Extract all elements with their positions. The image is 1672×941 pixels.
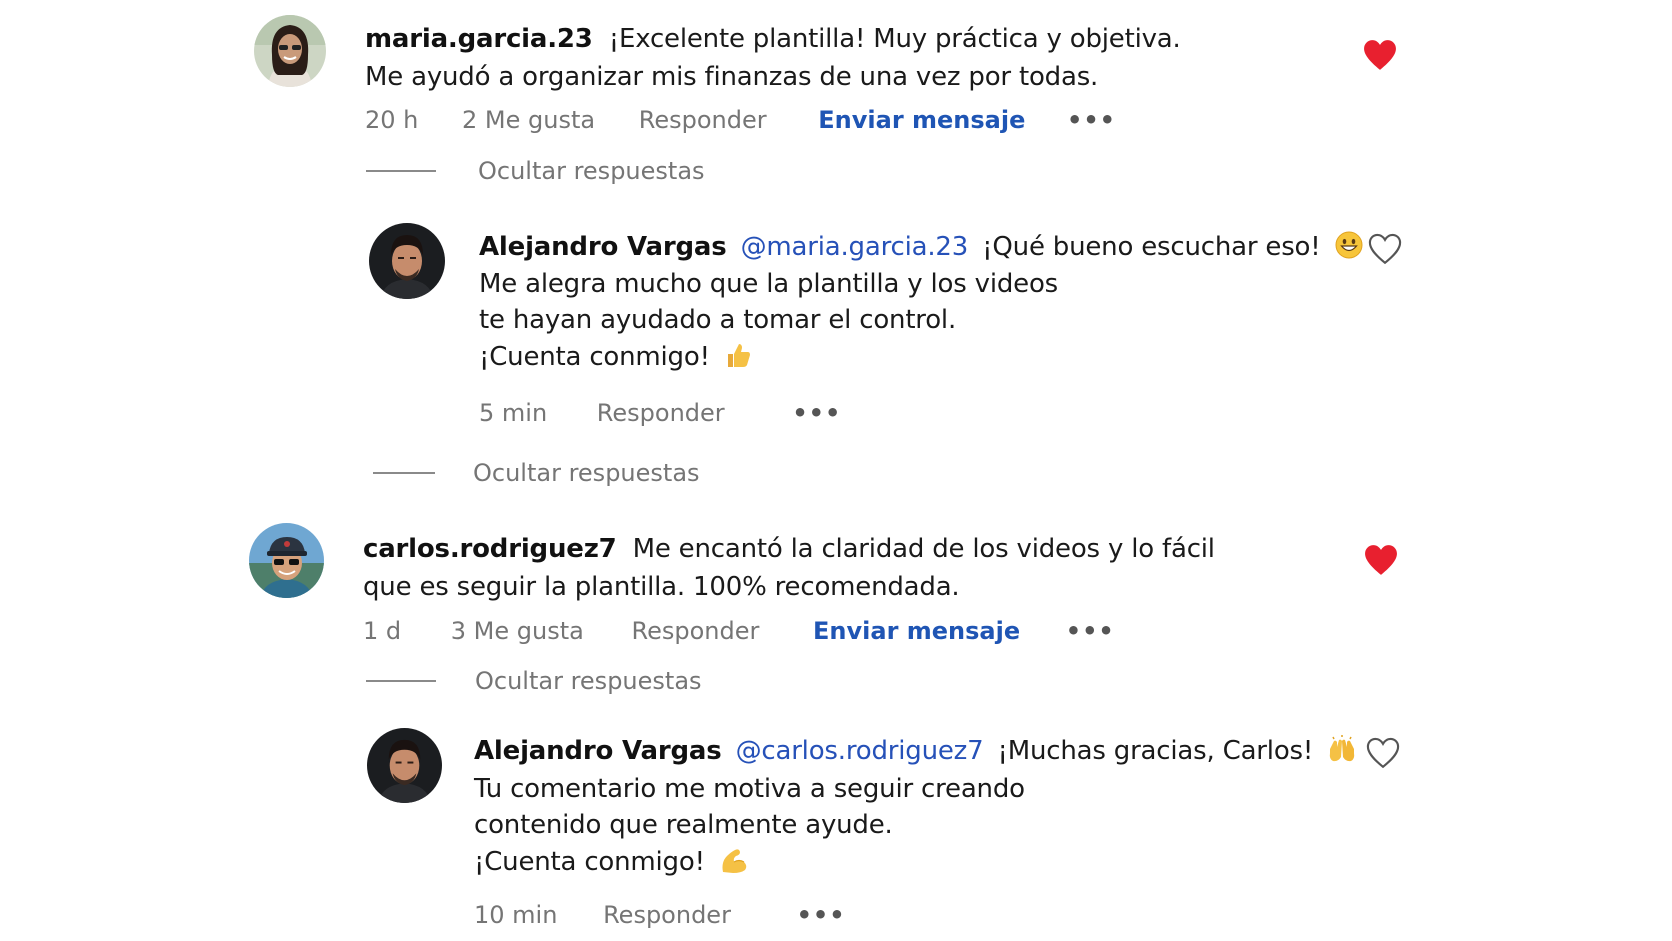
divider	[366, 170, 436, 172]
send-message-button[interactable]: Enviar mensaje	[813, 617, 1020, 645]
avatar[interactable]	[369, 223, 445, 299]
raising-hands-icon	[1329, 735, 1355, 762]
divider	[373, 472, 435, 474]
likes-count[interactable]: 3 Me gusta	[451, 617, 584, 645]
hide-replies-button[interactable]: Ocultar respuestas	[473, 459, 700, 487]
heart-filled-icon[interactable]	[1363, 39, 1397, 71]
more-options-icon[interactable]: •••	[1067, 106, 1116, 134]
comment-text: Me encantó la claridad de los videos y l…	[632, 534, 1215, 564]
reply-text: te hayan ayudado a tomar el control.	[479, 305, 957, 335]
reply-button[interactable]: Responder	[632, 617, 760, 645]
mention-link[interactable]: @carlos.rodriguez7	[736, 736, 984, 766]
reply-text: Me alegra mucho que la plantilla y los v…	[479, 269, 1059, 299]
reply-text: ¡Cuenta conmigo!	[479, 342, 710, 372]
more-options-icon[interactable]: •••	[792, 399, 841, 427]
comment-text: ¡Excelente plantilla! Muy práctica y obj…	[608, 24, 1181, 54]
comment-username[interactable]: carlos.rodriguez7	[363, 534, 617, 564]
thumbs-up-icon	[727, 344, 750, 367]
avatar[interactable]	[249, 523, 324, 598]
flexed-biceps-icon	[722, 849, 747, 873]
send-message-button[interactable]: Enviar mensaje	[818, 106, 1025, 134]
reply-text: Tu comentario me motiva a seguir creando	[474, 774, 1025, 804]
likes-count[interactable]: 2 Me gusta	[462, 106, 595, 134]
avatar[interactable]	[254, 15, 326, 87]
reply-button[interactable]: Responder	[603, 901, 731, 929]
avatar[interactable]	[367, 728, 442, 803]
reply-time: 10 min	[474, 901, 558, 929]
reply-button[interactable]: Responder	[597, 399, 725, 427]
heart-outline-icon[interactable]	[1368, 233, 1402, 265]
hide-replies-button[interactable]: Ocultar respuestas	[478, 157, 705, 185]
grinning-face-icon	[1335, 231, 1363, 259]
more-options-icon[interactable]: •••	[797, 901, 846, 929]
reply-text: ¡Muchas gracias, Carlos!	[997, 736, 1314, 766]
divider	[366, 680, 436, 682]
reply-text: ¡Cuenta conmigo!	[474, 847, 705, 877]
reply-username[interactable]: Alejandro Vargas	[479, 232, 727, 262]
reply-time: 5 min	[479, 399, 548, 427]
reply-button[interactable]: Responder	[639, 106, 767, 134]
comment-text: que es seguir la plantilla. 100% recomen…	[363, 572, 960, 602]
hide-replies-button[interactable]: Ocultar respuestas	[475, 667, 702, 695]
comment-username[interactable]: maria.garcia.23	[365, 24, 593, 54]
comment-time: 1 d	[363, 617, 402, 645]
comment-time: 20 h	[365, 106, 419, 134]
comment-text: Me ayudó a organizar mis finanzas de una…	[365, 62, 1099, 92]
reply-username[interactable]: Alejandro Vargas	[474, 736, 722, 766]
heart-outline-icon[interactable]	[1366, 737, 1400, 769]
reply-text: ¡Qué bueno escuchar eso!	[982, 232, 1321, 262]
more-options-icon[interactable]: •••	[1066, 617, 1115, 645]
mention-link[interactable]: @maria.garcia.23	[741, 232, 969, 262]
reply-text: contenido que realmente ayude.	[474, 810, 893, 840]
heart-filled-icon[interactable]	[1364, 544, 1398, 576]
